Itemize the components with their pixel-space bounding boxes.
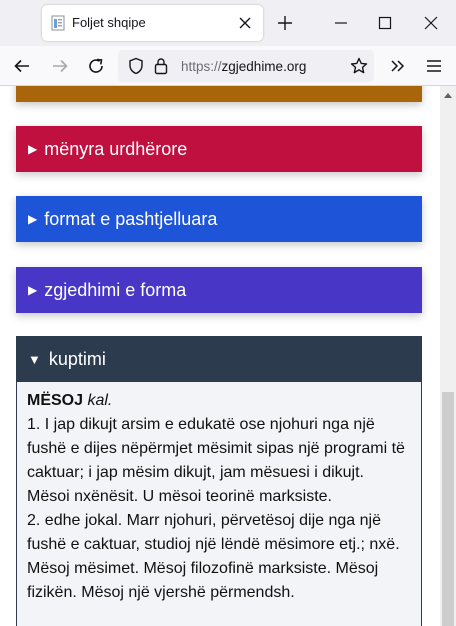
maximize-icon[interactable] <box>374 12 396 34</box>
hamburger-menu-icon[interactable] <box>422 54 446 78</box>
collapsed-triangle-icon: ▶ <box>28 283 38 297</box>
vertical-scrollbar[interactable] <box>440 86 456 626</box>
scroll-up-arrow-icon[interactable] <box>440 86 456 103</box>
section-label: mënyra urdhërore <box>44 138 188 159</box>
bookmark-star-icon[interactable] <box>347 54 371 78</box>
forward-arrow-icon[interactable] <box>48 54 72 78</box>
section-format-e-pashtjelluara[interactable]: ▶ format e pashtjelluara <box>16 196 422 242</box>
section-label: kuptimi <box>48 348 106 369</box>
page-favicon-icon <box>51 15 65 31</box>
collapsed-triangle-icon: ▶ <box>28 212 38 226</box>
new-tab-plus-icon[interactable] <box>274 12 296 34</box>
minimize-icon[interactable] <box>330 12 352 34</box>
kuptimi-content: MËSOJ kal. 1. I jap dikujt arsim e eduka… <box>16 382 422 626</box>
overflow-chevron-icon[interactable] <box>386 54 410 78</box>
section-menyra-urdherore[interactable]: ▶ mënyra urdhërore <box>16 126 422 172</box>
section-label: zgjedhimi e forma <box>44 279 187 300</box>
url-domain: zgjedhime.org <box>221 59 307 74</box>
url-text[interactable]: https://zgjedhime.org <box>181 59 306 74</box>
browser-tab[interactable]: Foljet shqipe <box>42 5 263 41</box>
tab-strip: Foljet shqipe <box>0 0 456 46</box>
url-bar[interactable]: https://zgjedhime.org <box>118 50 374 82</box>
headword: MËSOJ <box>27 392 84 409</box>
definition-1: 1. I jap dikujt arsim e edukatë ose njoh… <box>27 416 405 505</box>
grammar-label: kal. <box>87 392 113 409</box>
section-zgjedhimi-e-forma[interactable]: ▶ zgjedhimi e forma <box>16 267 422 313</box>
navigation-toolbar: https://zgjedhime.org <box>0 46 456 86</box>
section-label: format e pashtjelluara <box>44 208 218 229</box>
section-kuptimi[interactable]: ▼ kuptimi <box>16 336 422 382</box>
scrollbar-thumb[interactable] <box>442 392 454 626</box>
url-protocol: https:// <box>181 59 222 74</box>
definition-2: 2. edhe jokal. Marr njohuri, përvetësoj … <box>27 512 400 601</box>
reload-icon[interactable] <box>84 54 108 78</box>
lock-icon[interactable] <box>154 57 168 75</box>
section-partial-top[interactable] <box>16 86 422 102</box>
expanded-triangle-icon: ▼ <box>28 351 41 367</box>
page-viewport: ▶ mënyra urdhërore ▶ format e pashtjellu… <box>0 86 440 626</box>
tab-title: Foljet shqipe <box>72 15 146 30</box>
collapsed-triangle-icon: ▶ <box>28 142 38 156</box>
back-arrow-icon[interactable] <box>10 54 34 78</box>
close-tab-icon[interactable] <box>235 13 255 33</box>
shield-icon[interactable] <box>128 57 144 75</box>
window-close-icon[interactable] <box>420 12 442 34</box>
definition-entry-head: MËSOJ kal. <box>27 389 411 413</box>
